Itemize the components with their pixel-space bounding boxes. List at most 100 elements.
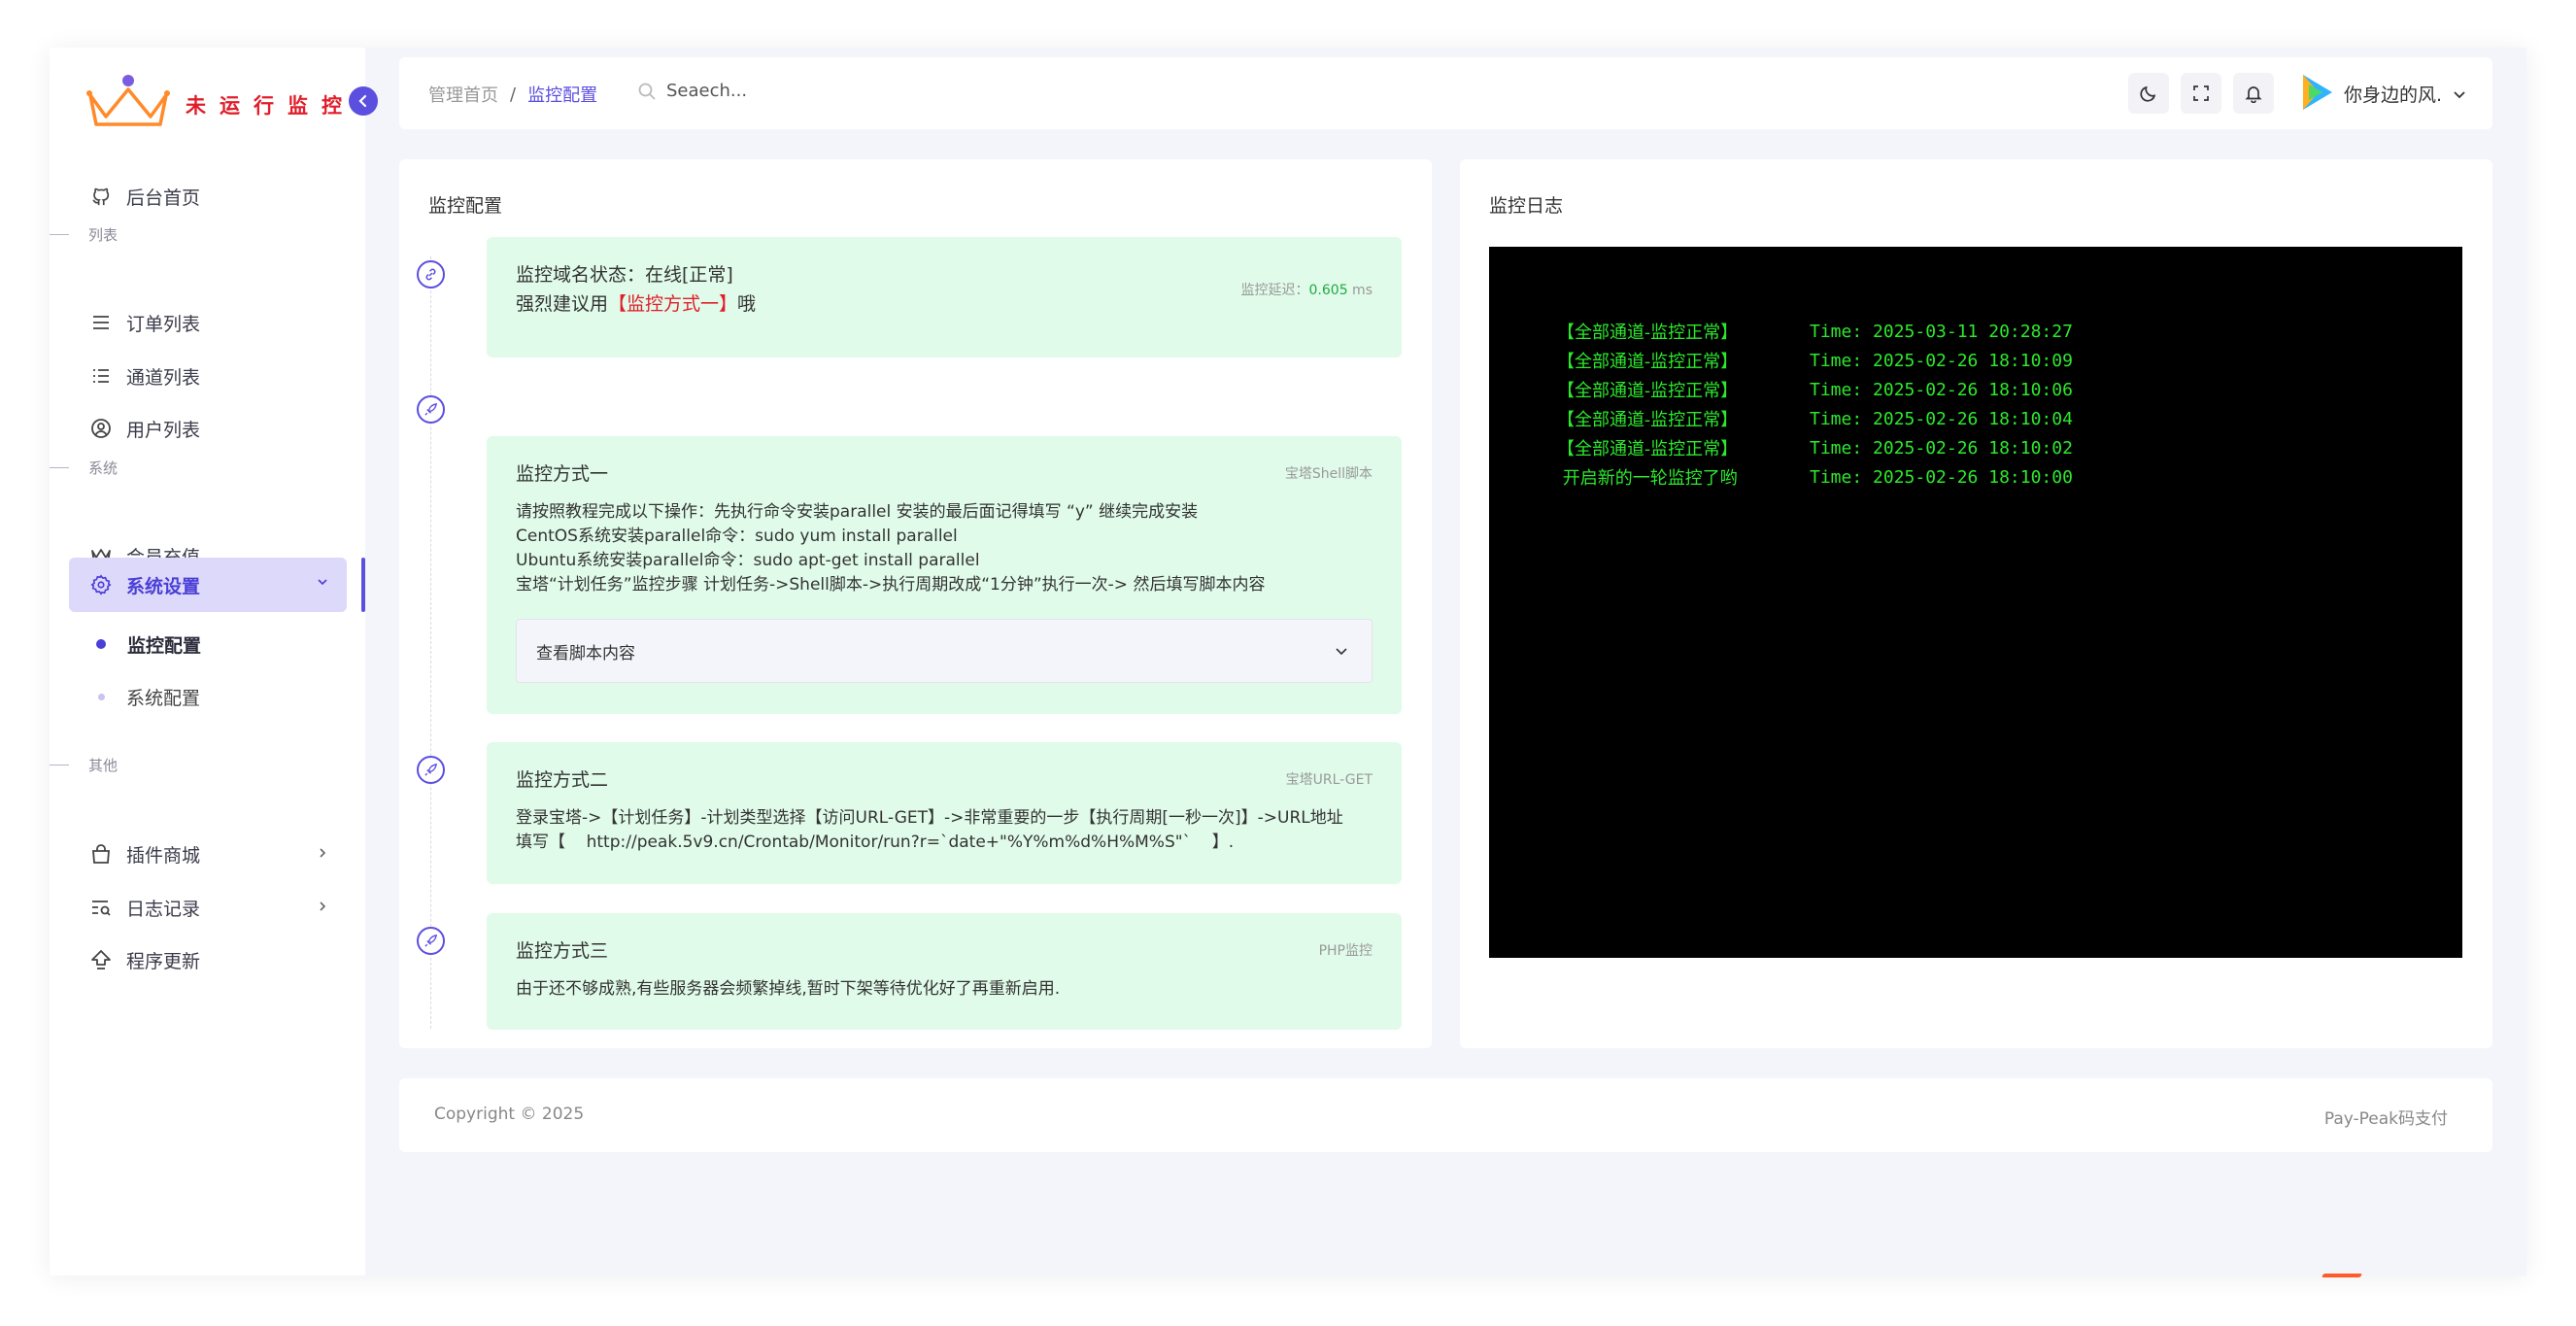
sidebar-item-label: 日志记录 [126, 898, 201, 920]
view-script-collapse[interactable]: 查看脚本内容 [516, 619, 1373, 683]
method2-tag: 宝塔URL-GET [1285, 772, 1373, 788]
collapse-label: 查看脚本内容 [536, 643, 635, 663]
sidebar-item-settings[interactable]: 系统设置 [69, 558, 347, 612]
section-label: 其他 [88, 756, 119, 774]
notifications-button[interactable] [2233, 73, 2274, 114]
breadcrumb-separator: / [510, 84, 517, 105]
sidebar-item-label: 后台首页 [126, 187, 201, 209]
footer-brand[interactable]: Pay-Peak码支付 [2324, 1105, 2448, 1129]
chevron-down-icon [318, 579, 327, 586]
log-entry: 开启新的一轮监控了哟 Time: 2025-02-26 18:10:00 [1557, 462, 2462, 492]
section-other: 其他 [50, 753, 244, 776]
chevron-right-icon [320, 901, 326, 911]
method1-line: CentOS系统安装parallel命令：sudo yum install pa… [516, 527, 958, 546]
log-time: Time: 2025-02-26 18:10:04 [1810, 408, 2073, 429]
card-title: 监控配置 [428, 195, 503, 217]
chevron-down-icon [1336, 648, 1347, 656]
fullscreen-icon [2193, 85, 2209, 101]
log-time: Time: 2025-03-11 20:28:27 [1810, 321, 2073, 342]
section-system: 系统 [50, 456, 244, 479]
sidebar-item-label: 系统设置 [126, 575, 201, 597]
rocket-icon [417, 395, 445, 424]
method1-line: Ubuntu系统安装parallel命令：sudo apt-get instal… [516, 551, 980, 570]
crown-icon [86, 75, 170, 126]
log-time: Time: 2025-02-26 18:10:09 [1810, 350, 2073, 371]
log-entry: 【全部通道-监控正常】 Time: 2025-02-26 18:10:06 [1557, 375, 2462, 404]
copyright: Copyright © 2025 [434, 1105, 585, 1124]
brand-title: 未运行监控 [186, 94, 356, 118]
monitor-log-card: 监控日志 【全部通道-监控正常】 Time: 2025-03-11 20:28:2… [1460, 159, 2492, 1048]
status-box: 监控域名状态：在线[正常] 强烈建议用【监控方式一】哦 监控延迟：0.605 m… [487, 237, 1402, 357]
log-message: 【全部通道-监控正常】 [1557, 410, 1739, 430]
sidebar-item-logs[interactable]: 日志记录 [69, 882, 347, 933]
method1-line: 宝塔“计划任务”监控步骤 计划任务->Shell脚本->执行周期改成“1分钟”执… [516, 575, 1266, 595]
sidebar-item-label: 插件商城 [126, 844, 201, 867]
monitor-config-card: 监控配置 监控域名状态：在线[正常] 强烈建议用【监控方式一】哦 监控延迟：0.… [399, 159, 1432, 1048]
breadcrumb-current: 监控配置 [527, 85, 598, 106]
suggest-suffix: 哦 [737, 293, 757, 315]
method1-line: 请按照教程完成以下操作：先执行命令安装parallel 安装的最后面记得填写 “… [516, 502, 1199, 522]
bell-icon [2245, 86, 2262, 103]
play-logo-icon [2303, 75, 2332, 110]
chevron-down-icon [2454, 90, 2465, 98]
log-message: 【全部通道-监控正常】 [1557, 352, 1739, 372]
method3-line: 由于还不够成熟,有些服务器会频繁掉线,暂时下架等待优化好了再重新启用. [516, 979, 1061, 999]
sidebar-item-home[interactable]: 后台首页 [69, 171, 347, 221]
rocket-icon [417, 927, 445, 955]
corner-decoration [2321, 1274, 2363, 1277]
sidebar-item-plugins[interactable]: 插件商城 [69, 829, 347, 879]
avatar[interactable] [2295, 71, 2338, 114]
method2-title: 监控方式二 [516, 769, 609, 791]
moon-icon [2140, 85, 2156, 102]
method2-box: 监控方式二 宝塔URL-GET 登录宝塔->【计划任务】-计划类型选择【访问UR… [487, 742, 1402, 884]
user-menu[interactable]: 你身边的风. [2344, 81, 2469, 107]
sidebar-subitem-label: 系统配置 [126, 687, 201, 709]
log-entry: 【全部通道-监控正常】 Time: 2025-03-11 20:28:27 [1557, 317, 2462, 346]
breadcrumb: 管理首页 / 监控配置 [428, 82, 597, 107]
section-label: 列表 [88, 225, 119, 244]
method1-tag: 宝塔Shell脚本 [1284, 466, 1373, 482]
fullscreen-button[interactable] [2181, 73, 2221, 114]
menu-icon [89, 311, 113, 334]
latency-unit: ms [1347, 283, 1373, 298]
sidebar-item-users[interactable]: 用户列表 [69, 403, 347, 454]
gear-icon [89, 573, 113, 596]
section-label: 系统 [88, 459, 119, 477]
sidebar-collapse-button[interactable] [349, 86, 378, 116]
log-entry: 【全部通道-监控正常】 Time: 2025-02-26 18:10:02 [1557, 433, 2462, 462]
sidebar-item-update[interactable]: 程序更新 [69, 935, 347, 985]
latency-label: 监控延迟： [1240, 283, 1309, 298]
chevron-right-icon [320, 848, 326, 858]
log-time: Time: 2025-02-26 18:10:02 [1810, 437, 2073, 459]
top-header: 管理首页 / 监控配置 Seaech... 你身边的风. [399, 57, 2492, 129]
breadcrumb-home[interactable]: 管理首页 [428, 82, 498, 107]
card-title: 监控日志 [1489, 195, 1564, 217]
dark-mode-button[interactable] [2128, 73, 2169, 114]
log-time: Time: 2025-02-26 18:10:06 [1810, 379, 2073, 400]
sidebar-item-channels[interactable]: 通道列表 [69, 351, 347, 401]
suggest-prefix: 强烈建议用 [516, 293, 609, 315]
search-box[interactable]: Seaech... [637, 81, 747, 101]
username: 你身边的风. [2344, 85, 2443, 106]
sidebar-item-label: 订单列表 [126, 313, 201, 335]
sidebar-item-label: 程序更新 [126, 950, 201, 972]
shopping-bag-icon [89, 842, 113, 866]
sidebar-item-orders[interactable]: 订单列表 [69, 297, 347, 348]
log-message: 【全部通道-监控正常】 [1557, 439, 1739, 459]
method1-box: 监控方式一 宝塔Shell脚本 请按照教程完成以下操作：先执行命令安装paral… [487, 436, 1402, 714]
log-entry: 【全部通道-监控正常】 Time: 2025-02-26 18:10:09 [1557, 346, 2462, 375]
app-frame: 未运行监控 后台首页 列表 订单列表 通道列表 用户列表 系统 系统设置 监控配… [50, 48, 2526, 1277]
suggest-highlight: 【监控方式一】 [608, 293, 738, 315]
active-dot [96, 639, 106, 649]
search-input[interactable]: Seaech... [666, 81, 747, 101]
method2-line: 登录宝塔->【计划任务】-计划类型选择【访问URL-GET】->非常重要的一步【… [516, 808, 1343, 828]
timeline-line [430, 256, 431, 1029]
method3-title: 监控方式三 [516, 940, 609, 962]
sidebar-subitem-label: 监控配置 [127, 634, 202, 657]
sidebar-subitem-system-config[interactable]: 系统配置 [96, 677, 200, 716]
sidebar-item-label: 用户列表 [126, 419, 201, 441]
github-icon [89, 185, 113, 208]
sidebar-subitem-monitor-config[interactable]: 监控配置 [96, 625, 201, 663]
footer: Copyright © 2025 Pay-Peak码支付 [399, 1078, 2492, 1152]
method3-box: 监控方式三 PHP监控 由于还不够成熟,有些服务器会频繁掉线,暂时下架等待优化好… [487, 913, 1402, 1030]
